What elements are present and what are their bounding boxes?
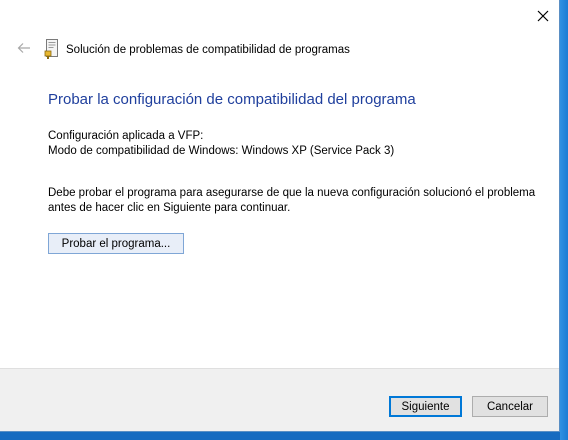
close-icon	[537, 9, 549, 27]
desktop-edge	[560, 0, 568, 440]
next-button[interactable]: Siguiente	[389, 396, 462, 417]
test-program-button[interactable]: Probar el programa...	[48, 233, 184, 254]
config-applied-text: Configuración aplicada a VFP:	[48, 130, 204, 142]
troubleshooter-window: Solución de problemas de compatibilidad …	[0, 0, 560, 432]
troubleshooter-icon	[44, 38, 60, 60]
footer-bar: Siguiente Cancelar	[0, 368, 559, 431]
window-title: Solución de problemas de compatibilidad …	[66, 44, 350, 56]
close-button[interactable]	[533, 8, 553, 28]
back-button[interactable]	[16, 42, 32, 58]
cancel-button[interactable]: Cancelar	[472, 396, 548, 417]
compat-mode-text: Modo de compatibilidad de Windows: Windo…	[48, 145, 395, 157]
instructions-text: Debe probar el programa para asegurarse …	[48, 187, 536, 214]
page-heading: Probar la configuración de compatibilida…	[48, 91, 416, 108]
back-arrow-icon	[17, 41, 31, 59]
